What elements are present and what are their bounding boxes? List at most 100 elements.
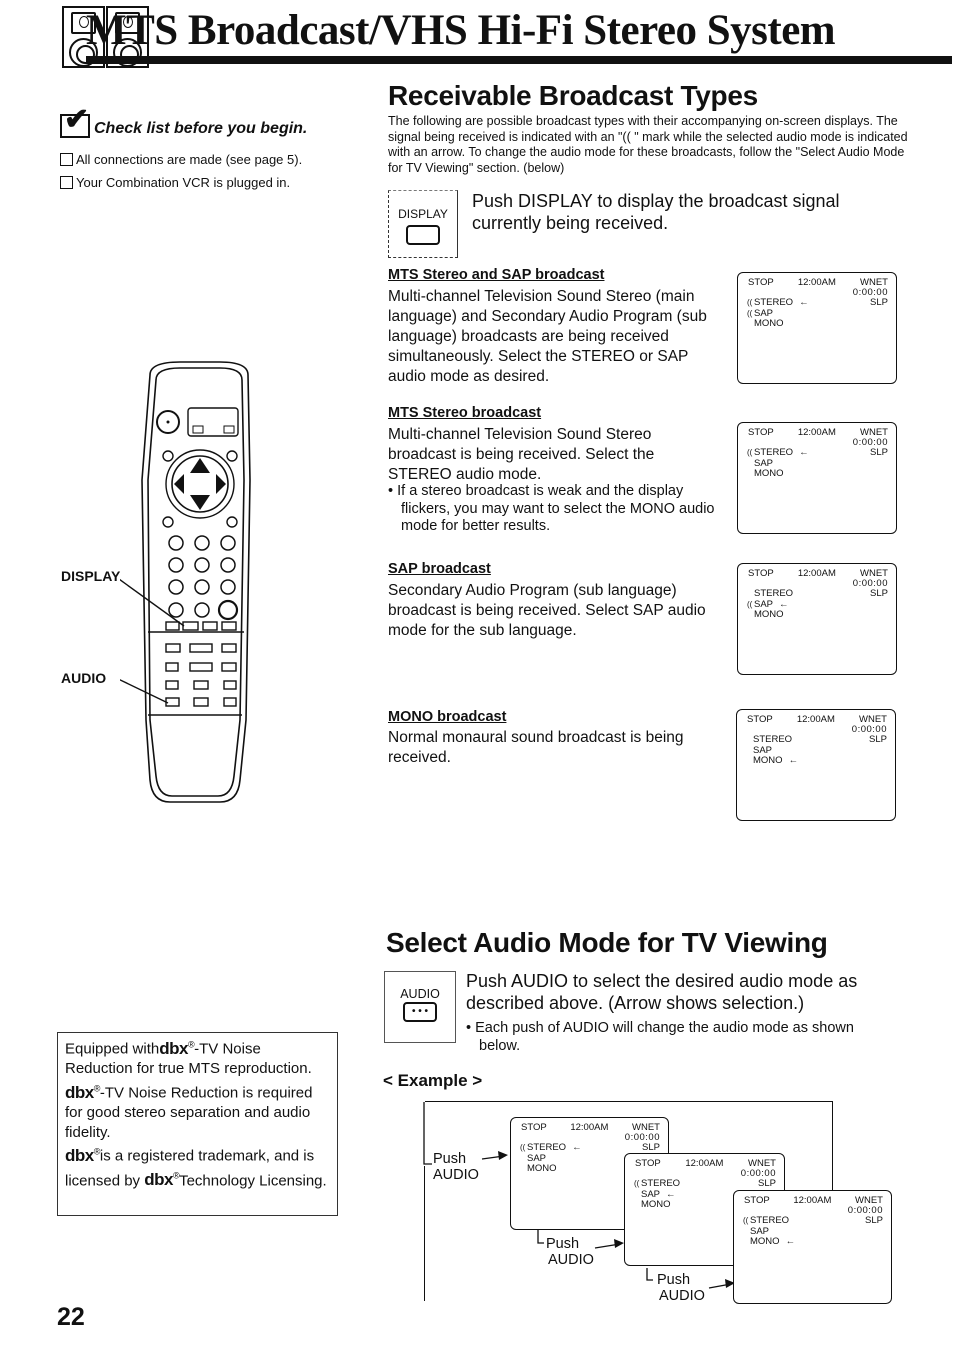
stop-button[interactable] — [189, 662, 213, 672]
checkbox[interactable] — [60, 153, 73, 166]
fast-forward-button[interactable] — [221, 643, 237, 653]
checklist-heading-text: Check list before you begin. — [94, 120, 308, 137]
pause-button[interactable] — [165, 662, 179, 672]
type-title: SAP broadcast — [388, 561, 491, 577]
audio-callout-label: AUDIO — [61, 670, 107, 686]
select-audio-heading: Select Audio Mode for TV Viewing — [386, 927, 828, 958]
main-catv-panel — [187, 407, 239, 437]
page-number: 22 — [57, 1303, 85, 1331]
audio-text: AUDIO — [548, 1252, 594, 1268]
checklist-item: Your Combination VCR is plugged in. — [60, 175, 290, 190]
type-title: MTS Stereo and SAP broadcast — [388, 267, 605, 283]
type-body: Multi-channel Television Sound Stereo (m… — [388, 288, 707, 385]
audio-button[interactable] — [165, 697, 180, 707]
osd-mode-mono: MONO ← — [747, 755, 798, 767]
audio-button-label: AUDIO — [400, 987, 440, 1001]
osd-clock: 12:00AM — [797, 568, 836, 579]
checkbox[interactable] — [60, 176, 73, 189]
osd-audio-modes: ((STEREO ← ((SAP MONO — [747, 297, 809, 330]
channel-down-button[interactable] — [190, 495, 210, 510]
display-callout-line — [120, 578, 185, 627]
osd-clock: 12:00AM — [685, 1158, 724, 1169]
type-body: Multi-channel Television Sound Stereo br… — [388, 426, 655, 483]
osd-mode-mono: MONO — [748, 609, 793, 621]
osd-tape-speed: SLP — [758, 1178, 776, 1189]
audio-callout-line — [120, 679, 169, 704]
osd-mode-label: SAP — [754, 598, 774, 610]
dbx-logo: dbx® — [159, 1039, 194, 1058]
osd-mode-label: STEREO — [754, 588, 794, 599]
main-button[interactable] — [192, 425, 204, 434]
osd-tape-speed: SLP — [642, 1142, 660, 1153]
cc-button[interactable] — [165, 621, 180, 631]
osd-audio-modes: STEREO SAP MONO ← — [747, 734, 798, 767]
selection-arrow-icon: ← — [666, 1188, 676, 1200]
power-button[interactable] — [156, 410, 180, 434]
audio-bullet-text: Each push of AUDIO will change the audio… — [475, 1020, 854, 1054]
dbx-brand: dbx — [159, 1038, 188, 1058]
osd-status: STOP — [748, 427, 774, 438]
on-screen-display: STOP 12:00AM WNET 0:00:00 SLP((STEREO ← SAP MON… — [737, 422, 897, 534]
dbx-logo: dbx® — [144, 1170, 179, 1189]
slow-button[interactable] — [193, 680, 209, 690]
atune-button[interactable] — [226, 450, 238, 462]
counter-reset-button[interactable] — [193, 697, 209, 707]
checkmark-icon — [60, 102, 90, 138]
osd-mode-label: SAP — [754, 457, 774, 469]
selection-arrow-icon: ← — [779, 598, 789, 610]
volume-up-button[interactable] — [216, 474, 226, 494]
on-timer-button[interactable] — [221, 621, 237, 631]
selection-arrow-icon: ← — [572, 1142, 582, 1153]
osd-tape-speed: SLP — [870, 297, 888, 308]
osd-mode-label: STEREO — [754, 297, 794, 308]
osd-mode-label: MONO — [754, 468, 784, 479]
on-screen-display: STOP 12:00AM WNET 0:00:00 SLP STEREO SAP MONO ← — [736, 709, 896, 821]
type-title: MONO broadcast — [388, 709, 507, 725]
type-title: MTS Stereo broadcast — [388, 405, 542, 421]
osd-mode-mono: MONO — [748, 318, 809, 330]
display-button[interactable] — [182, 621, 199, 631]
osd-mode-label: MONO — [527, 1163, 557, 1174]
example-screen: STOP 12:00AM WNET 0:00:00 SLP((STEREO SAP MONO… — [733, 1190, 892, 1304]
received-signal-mark: (( — [747, 448, 753, 457]
mute-button[interactable] — [162, 450, 174, 462]
receivable-intro: The following are possible broadcast typ… — [388, 114, 908, 175]
osd-tape-speed: SLP — [870, 447, 888, 458]
osd-mode-label: MONO — [750, 1236, 780, 1247]
record-button[interactable] — [221, 662, 237, 672]
play-button[interactable] — [189, 643, 213, 653]
osd-mode-mono: MONO — [635, 1199, 680, 1211]
type-body: Secondary Audio Program (sub language) b… — [388, 582, 706, 639]
push-audio-label: Push AUDIO — [546, 1236, 594, 1268]
receivable-heading: Receivable Broadcast Types — [388, 80, 758, 111]
osd-mode-label: STEREO — [641, 1178, 681, 1189]
zero-timer-button[interactable] — [223, 697, 237, 707]
add-delete-button[interactable] — [165, 680, 179, 690]
checklist-item-text: Your Combination VCR is plugged in. — [76, 175, 291, 190]
osd-mode-label: STEREO — [527, 1142, 567, 1153]
selection-arrow-icon: ← — [799, 297, 809, 308]
volume-down-button[interactable] — [174, 474, 184, 494]
speed-button[interactable] — [223, 680, 237, 690]
audio-push-instruction: Push AUDIO to select the desired audio m… — [466, 971, 858, 1013]
osd-mode-label: SAP — [753, 744, 773, 756]
number-keypad[interactable] — [168, 535, 239, 621]
example-label: < Example > — [383, 1071, 483, 1090]
received-signal-mark: (( — [747, 298, 753, 307]
push-text: Push — [433, 1151, 467, 1167]
dbx-logo: dbx® — [65, 1083, 100, 1102]
remote-control-illustration — [120, 361, 251, 803]
osd-status: STOP — [635, 1158, 661, 1169]
osd-mode-label: SAP — [641, 1188, 661, 1200]
display-button-diagram: DISPLAY — [388, 190, 458, 258]
rewind-button[interactable] — [165, 643, 181, 653]
dbx-logo: dbx® — [65, 1146, 100, 1165]
push-audio-label: Push AUDIO — [433, 1151, 479, 1183]
osd-status: STOP — [521, 1122, 547, 1133]
received-signal-mark: (( — [747, 599, 753, 609]
checklist-item: All connections are made (see page 5). — [60, 152, 302, 167]
sleep-button[interactable] — [202, 621, 218, 631]
dbx-note: Equipped withdbx®-TV Noise Reduction for… — [57, 1032, 338, 1216]
channel-up-button[interactable] — [190, 458, 210, 473]
catv-button[interactable] — [223, 425, 235, 434]
